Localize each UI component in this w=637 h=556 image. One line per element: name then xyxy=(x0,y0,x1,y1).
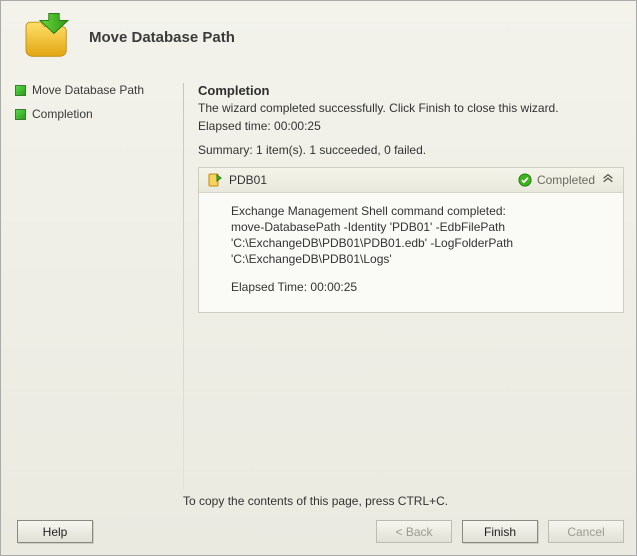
summary-line: Summary: 1 item(s). 1 succeeded, 0 faile… xyxy=(198,142,624,158)
chevron-up-icon[interactable] xyxy=(601,173,615,187)
elapsed-time: Elapsed time: 00:00:25 xyxy=(198,118,624,134)
finish-button[interactable]: Finish xyxy=(462,520,538,543)
result-item-body: Exchange Management Shell command comple… xyxy=(199,193,623,312)
check-circle-icon xyxy=(518,173,532,187)
database-icon xyxy=(207,172,223,188)
item-elapsed-label: Elapsed Time: xyxy=(231,280,307,294)
step-label: Completion xyxy=(32,107,93,121)
result-item: PDB01 Completed xyxy=(198,167,624,313)
completion-message: The wizard completed successfully. Click… xyxy=(198,100,624,116)
sidebar-step-move-database-path[interactable]: Move Database Path xyxy=(15,83,173,97)
cmd-line: 'C:\ExchangeDB\PDB01\Logs' xyxy=(231,251,613,267)
step-complete-icon xyxy=(15,109,26,120)
result-item-name: PDB01 xyxy=(229,173,512,187)
result-item-header[interactable]: PDB01 Completed xyxy=(199,168,623,193)
sidebar-step-completion[interactable]: Completion xyxy=(15,107,173,121)
vertical-divider xyxy=(183,83,184,490)
button-bar: Help < Back Finish Cancel xyxy=(1,514,636,555)
folder-arrow-icon xyxy=(19,9,75,65)
wizard-dialog: Move Database Path Move Database Path Co… xyxy=(0,0,637,556)
item-elapsed-value: 00:00:25 xyxy=(310,280,357,294)
help-button[interactable]: Help xyxy=(17,520,93,543)
step-label: Move Database Path xyxy=(32,83,144,97)
wizard-main: Completion The wizard completed successf… xyxy=(198,83,624,490)
wizard-sidebar: Move Database Path Completion xyxy=(15,83,173,490)
item-elapsed: Elapsed Time: 00:00:25 xyxy=(231,279,613,295)
cmd-line: Exchange Management Shell command comple… xyxy=(231,203,613,219)
status-label: Completed xyxy=(537,173,595,187)
elapsed-value: 00:00:25 xyxy=(274,119,321,133)
footer-hint: To copy the contents of this page, press… xyxy=(1,490,636,514)
section-title: Completion xyxy=(198,83,624,98)
cancel-button: Cancel xyxy=(548,520,624,543)
header: Move Database Path xyxy=(1,1,636,83)
result-item-status: Completed xyxy=(518,173,595,187)
cmd-line: move-DatabasePath -Identity 'PDB01' -Edb… xyxy=(231,219,613,235)
elapsed-label: Elapsed time: xyxy=(198,119,271,133)
wizard-title: Move Database Path xyxy=(89,29,235,46)
cmd-line: 'C:\ExchangeDB\PDB01\PDB01.edb' -LogFold… xyxy=(231,235,613,251)
back-button: < Back xyxy=(376,520,452,543)
step-complete-icon xyxy=(15,85,26,96)
